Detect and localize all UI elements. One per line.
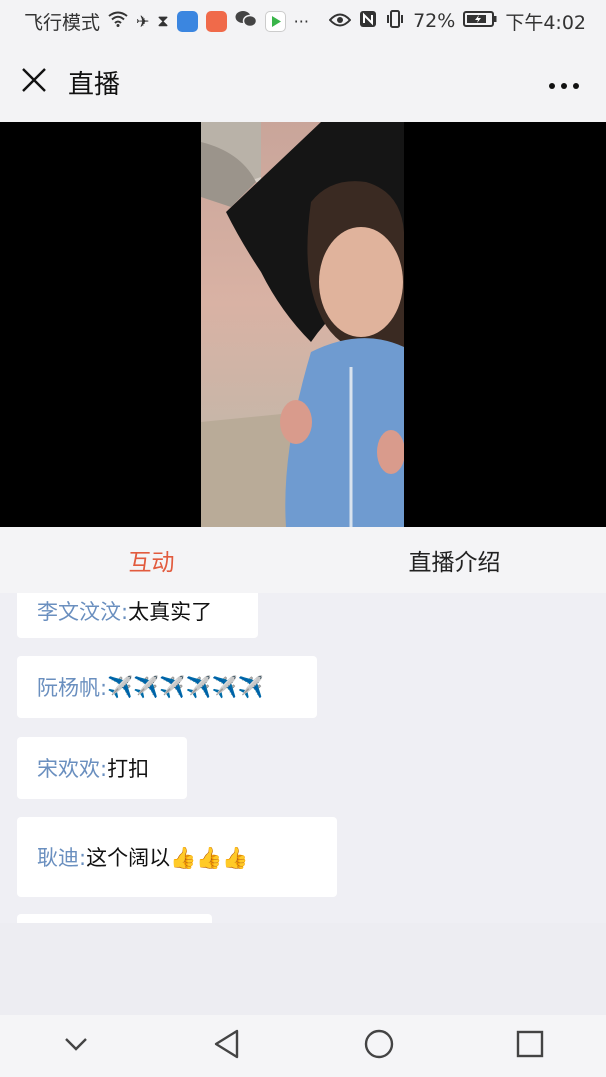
status-bar: 飞行模式 ✈ ⧗ ··· 72% 下午4:02: [0, 0, 606, 42]
nfc-icon: [359, 10, 377, 32]
recents-button[interactable]: [500, 1016, 560, 1076]
chevron-down-icon: [63, 1036, 89, 1056]
more-icon: [548, 67, 580, 97]
video-frame: [201, 122, 404, 527]
tab-interaction[interactable]: 互动: [0, 543, 303, 601]
top-bar: 直播: [0, 42, 606, 122]
chat-text: 这个阔以👍👍👍: [86, 846, 249, 870]
chat-message: 阮杨帆: ✈️✈️✈️✈️✈️✈️: [17, 656, 317, 718]
more-dots-icon: ···: [293, 11, 309, 31]
chat-username[interactable]: 耿迪:: [37, 842, 86, 872]
chat-message: 耿迪: 这个阔以👍👍👍: [17, 817, 337, 897]
battery-icon: [463, 10, 497, 33]
page-title: 直播: [68, 69, 121, 100]
shield-app-icon: [176, 10, 198, 32]
chat-username[interactable]: 阮杨帆:: [37, 672, 107, 702]
chat-message-partial: [17, 914, 212, 923]
app-icon: [205, 10, 227, 32]
back-icon: [213, 1029, 241, 1063]
clock: 下午4:02: [505, 11, 586, 34]
hourglass-icon: ⧗: [157, 11, 169, 30]
tab-bar: 互动 直播介绍: [0, 527, 606, 601]
chat-list[interactable]: 李文汶汶: 太真实了 阮杨帆: ✈️✈️✈️✈️✈️✈️ 宋欢欢: 打扣 耿迪:…: [0, 593, 606, 923]
eye-icon: [328, 12, 352, 31]
tab-interaction-label: 互动: [128, 550, 175, 576]
chat-text: ✈️✈️✈️✈️✈️✈️: [107, 674, 264, 699]
play-app-icon: [264, 10, 286, 32]
wifi-icon: [108, 11, 128, 31]
chat-username[interactable]: 李文汶汶:: [37, 596, 128, 626]
recents-icon: [516, 1030, 544, 1062]
home-icon: [364, 1029, 394, 1063]
vibrate-icon: [385, 10, 405, 32]
chat-text: 打扣: [107, 757, 150, 781]
wechat-icon: [235, 10, 257, 32]
close-icon: [21, 67, 47, 97]
chat-text: 太真实了: [128, 599, 213, 624]
live-video-player[interactable]: [0, 122, 606, 527]
home-button[interactable]: [349, 1016, 409, 1076]
hide-nav-button[interactable]: [46, 1016, 106, 1076]
tab-live-intro-label: 直播介绍: [408, 550, 501, 576]
system-nav-bar: [0, 1015, 606, 1077]
airplane-icon: ✈: [136, 11, 150, 31]
battery-percent: 72%: [413, 10, 456, 32]
chat-username[interactable]: 宋欢欢:: [37, 753, 107, 783]
chat-message: 李文汶汶: 太真实了: [17, 593, 258, 638]
airplane-mode-label: 飞行模式: [24, 11, 101, 34]
back-button[interactable]: [197, 1016, 257, 1076]
comment-area[interactable]: [0, 923, 606, 1015]
video-scene: [201, 122, 404, 527]
chat-message: 宋欢欢: 打扣: [17, 737, 187, 799]
more-button[interactable]: [548, 67, 580, 97]
close-button[interactable]: [0, 42, 68, 122]
tab-live-intro[interactable]: 直播介绍: [303, 543, 606, 577]
